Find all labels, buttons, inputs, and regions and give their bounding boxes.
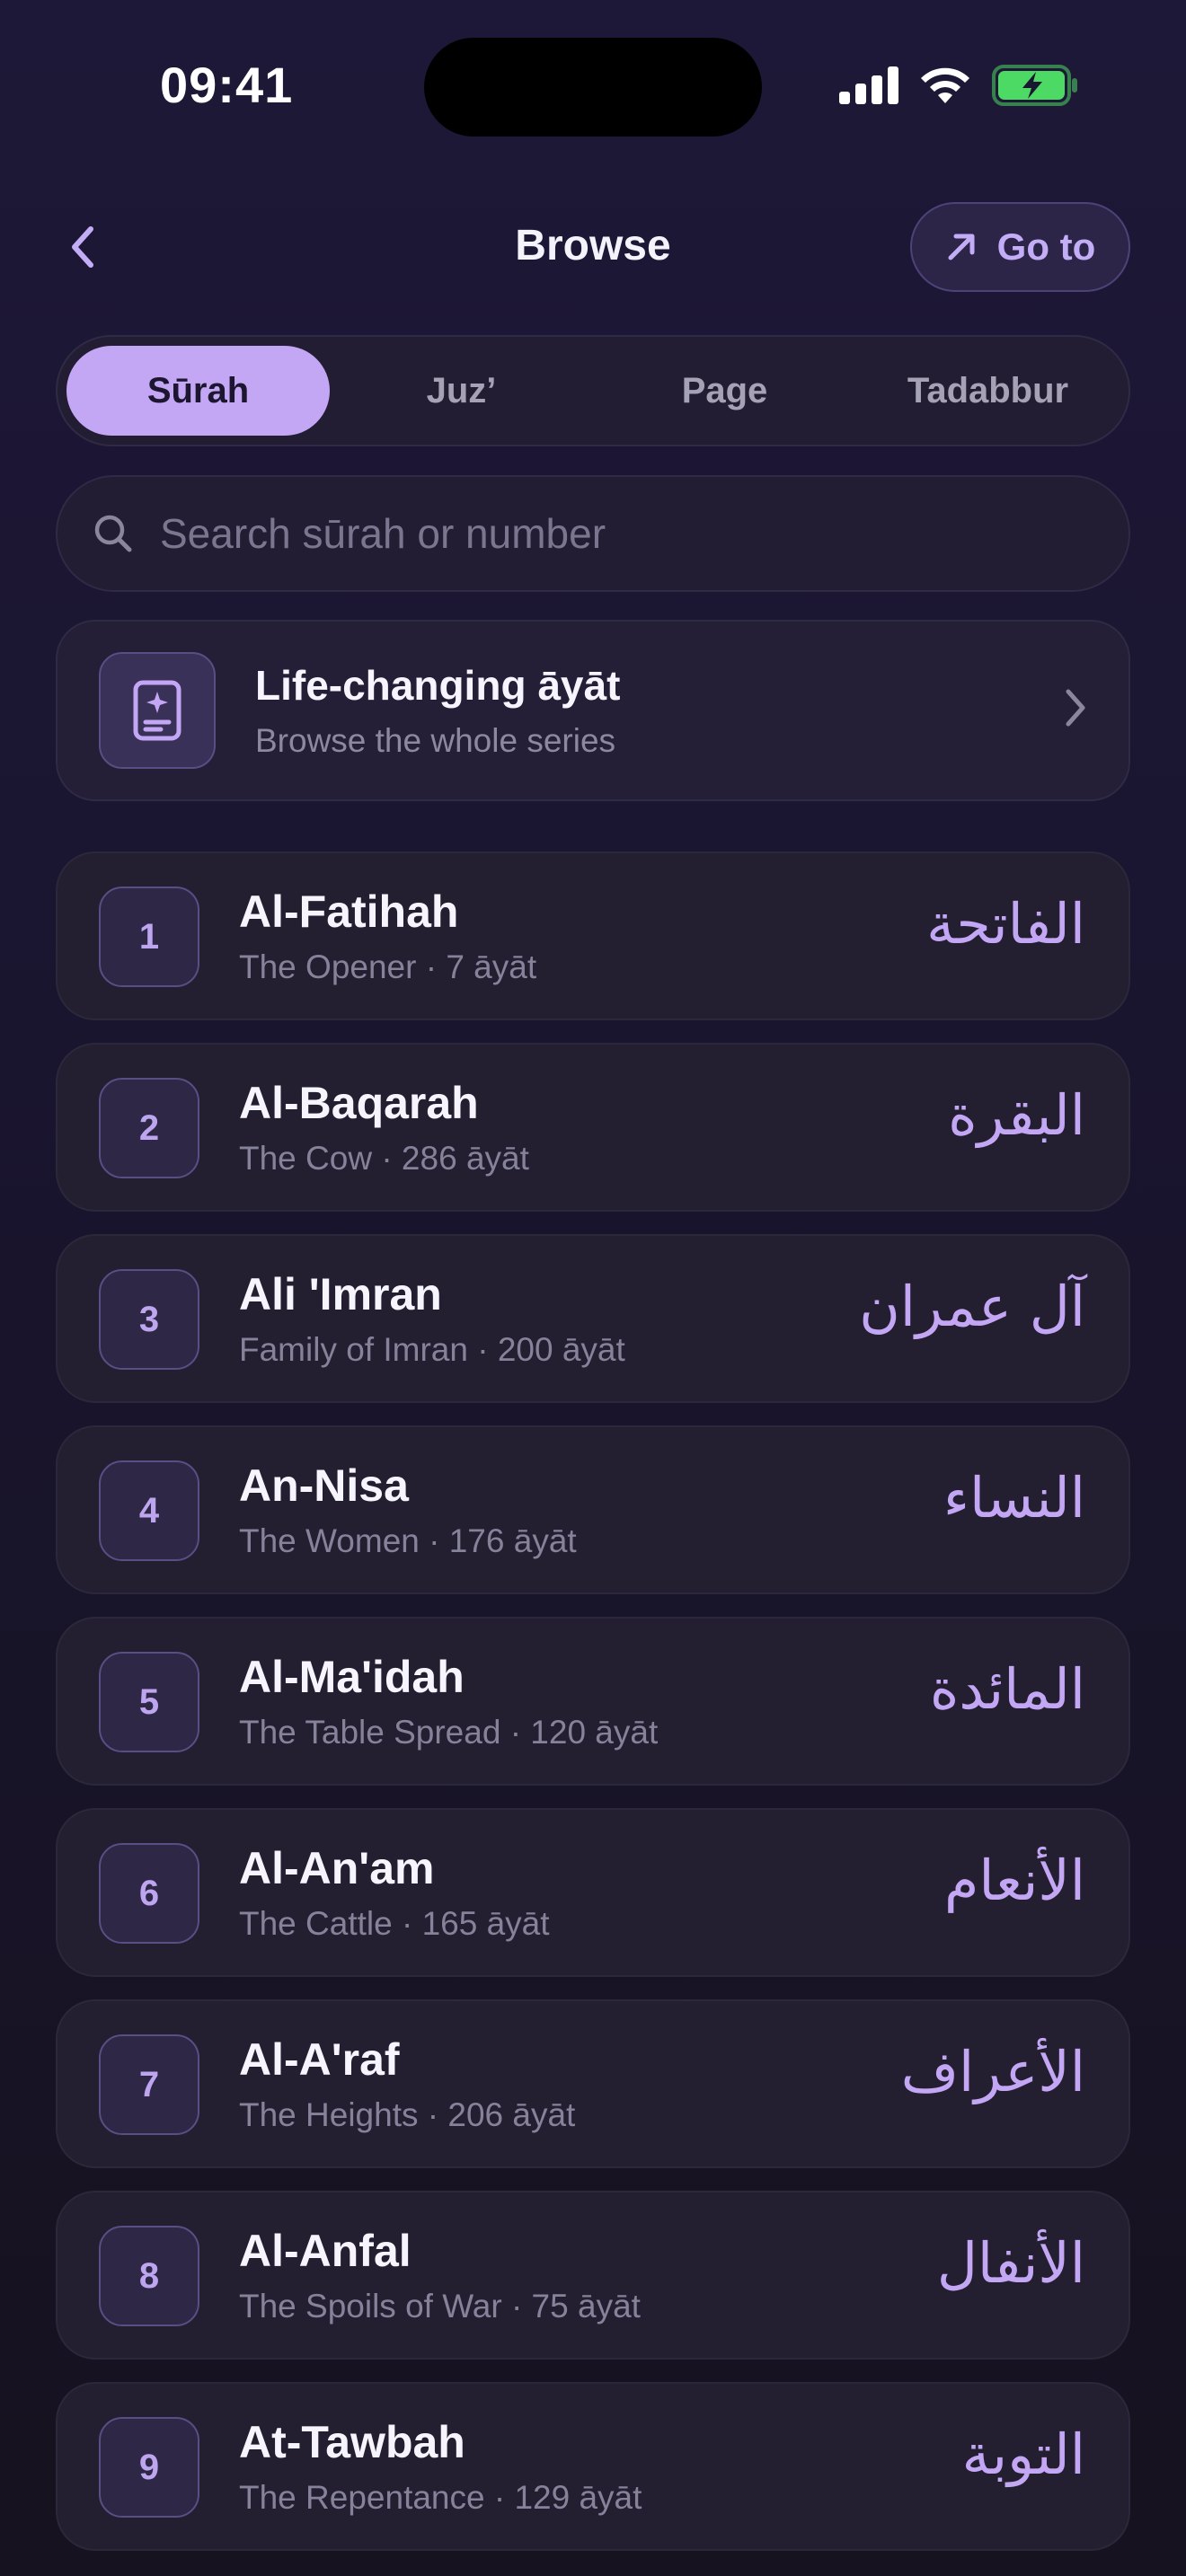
surah-meta: The Table Spread · 120 āyāt [239, 1714, 659, 1751]
surah-number-badge: 1 [99, 887, 199, 987]
surah-arabic-name: الأنفال [936, 2230, 1085, 2296]
surah-arabic-name: المائدة [929, 1656, 1085, 1722]
status-time: 09:41 [160, 57, 294, 113]
status-icons [839, 63, 1078, 108]
surah-arabic-name: آل عمران [859, 1274, 1085, 1339]
surah-row-9[interactable]: 9 At-Tawbah The Repentance · 129 āyāt ال… [56, 2382, 1130, 2551]
banner-text: Life-changing āyāt Browse the whole seri… [255, 661, 1128, 760]
surah-arabic-name: الأعراف [900, 2039, 1085, 2104]
surah-name: Ali 'Imran [239, 1269, 442, 1319]
surah-meta: The Spoils of War · 75 āyāt [239, 2288, 641, 2325]
surah-meta: The Heights · 206 āyāt [239, 2096, 576, 2133]
surah-row-8[interactable]: 8 Al-Anfal The Spoils of War · 75 āyāt ا… [56, 2191, 1130, 2360]
surah-number-badge: 7 [99, 2034, 199, 2135]
surah-name: An-Nisa [239, 1460, 409, 1511]
surah-name: Al-Ma'idah [239, 1652, 465, 1702]
surah-number-badge: 6 [99, 1843, 199, 1944]
surah-row-2[interactable]: 2 Al-Baqarah The Cow · 286 āyāt البقرة [56, 1043, 1130, 1212]
tab-juz[interactable]: Juz’ [330, 346, 593, 436]
surah-arabic-name: التوبة [961, 2422, 1085, 2487]
go-to-button[interactable]: Go to [910, 202, 1130, 292]
surah-meta: The Opener · 7 āyāt [239, 948, 537, 985]
surah-row-4[interactable]: 4 An-Nisa The Women · 176 āyāt النساء [56, 1425, 1130, 1594]
go-to-label: Go to [996, 225, 1096, 268]
tab-surah[interactable]: Sūrah [66, 346, 330, 436]
surah-row-5[interactable]: 5 Al-Ma'idah The Table Spread · 120 āyāt… [56, 1617, 1130, 1786]
browse-tabs: Sūrah Juz’ Page Tadabbur [56, 335, 1130, 446]
surah-row-7[interactable]: 7 Al-A'raf The Heights · 206 āyāt الأعرا… [56, 1999, 1130, 2168]
surah-number-badge: 8 [99, 2226, 199, 2326]
back-button[interactable] [56, 216, 110, 278]
surah-name: Al-An'am [239, 1843, 435, 1893]
surah-meta: The Repentance · 129 āyāt [239, 2479, 642, 2516]
surah-arabic-name: النساء [943, 1465, 1085, 1531]
surah-meta: The Cattle · 165 āyāt [239, 1905, 550, 1942]
surah-number-badge: 2 [99, 1078, 199, 1178]
surah-row-1[interactable]: 1 Al-Fatihah The Opener · 7 āyāt الفاتحة [56, 851, 1130, 1020]
surah-name: Al-Anfal [239, 2226, 412, 2276]
surah-name: Al-A'raf [239, 2034, 400, 2085]
arrow-up-right-icon [948, 234, 975, 260]
surah-arabic-name: البقرة [948, 1082, 1085, 1148]
chevron-left-icon [72, 226, 93, 268]
surah-name: At-Tawbah [239, 2417, 465, 2467]
search-icon [94, 515, 132, 552]
search-bar [56, 475, 1130, 592]
surah-number-badge: 4 [99, 1460, 199, 1561]
surah-meta: The Cow · 286 āyāt [239, 1140, 529, 1177]
surah-number-badge: 9 [99, 2417, 199, 2518]
banner-title: Life-changing āyāt [255, 662, 621, 709]
surah-arabic-name: الأنعام [943, 1848, 1085, 1913]
tab-page[interactable]: Page [593, 346, 856, 436]
search-input[interactable] [160, 509, 1128, 558]
surah-arabic-name: الفاتحة [926, 891, 1085, 957]
life-changing-ayat-card[interactable]: Life-changing āyāt Browse the whole seri… [56, 620, 1130, 801]
battery-charging-icon [992, 65, 1077, 106]
surah-number-badge: 3 [99, 1269, 199, 1370]
banner-subtitle: Browse the whole series [255, 722, 616, 759]
wifi-icon [921, 67, 969, 103]
surah-meta: Family of Imran · 200 āyāt [239, 1331, 625, 1368]
surah-meta: The Women · 176 āyāt [239, 1522, 577, 1559]
surah-row-3[interactable]: 3 Ali 'Imran Family of Imran · 200 āyāt … [56, 1234, 1130, 1403]
surah-name: Al-Baqarah [239, 1078, 479, 1128]
status-bar: 09:41 [0, 0, 1186, 171]
book-sparkle-icon [99, 652, 216, 769]
tab-tadabbur[interactable]: Tadabbur [856, 346, 1120, 436]
surah-row-6[interactable]: 6 Al-An'am The Cattle · 165 āyāt الأنعام [56, 1808, 1130, 1977]
surah-name: Al-Fatihah [239, 887, 459, 937]
chevron-right-icon [1066, 689, 1085, 727]
cellular-signal-icon [839, 66, 898, 104]
surah-list: 1 Al-Fatihah The Opener · 7 āyāt الفاتحة… [56, 851, 1130, 2573]
surah-number-badge: 5 [99, 1652, 199, 1752]
dynamic-island [424, 38, 762, 137]
